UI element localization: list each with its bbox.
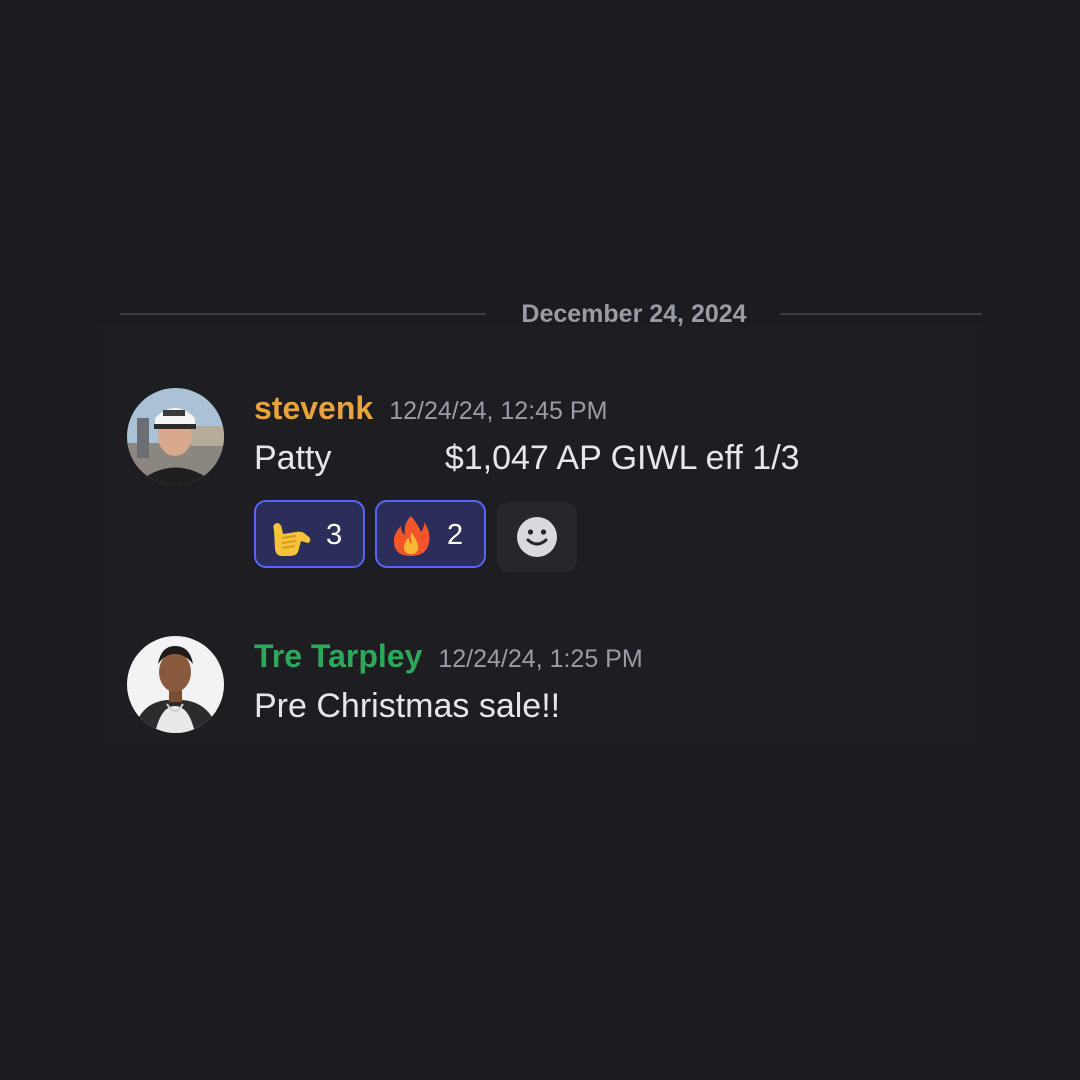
fire-icon xyxy=(393,516,430,556)
message-timestamp: 12/24/24, 1:25 PM xyxy=(438,645,643,673)
divider-date: December 24, 2024 xyxy=(521,300,747,328)
message-timestamp: 12/24/24, 12:45 PM xyxy=(389,397,608,425)
chat-view: December 24, 2024 stevenk 12/24/24, 12:45… xyxy=(0,0,1080,1080)
avatar-stevenk[interactable] xyxy=(127,388,224,485)
message-header: stevenk 12/24/24, 12:45 PM xyxy=(254,388,607,428)
reaction-call-me-hand[interactable]: 3 xyxy=(254,500,365,568)
message-content: Patty $1,047 AP GIWL eff 1/3 xyxy=(254,439,800,477)
call-me-hand-icon xyxy=(273,523,311,556)
divider-line-left xyxy=(120,313,486,315)
add-reaction-button[interactable] xyxy=(497,502,577,572)
reaction-fire[interactable]: 2 xyxy=(375,500,486,568)
date-divider: December 24, 2024 xyxy=(120,296,982,332)
message-header: Tre Tarpley 12/24/24, 1:25 PM xyxy=(254,636,643,676)
avatar-tre-tarpley[interactable] xyxy=(127,636,224,733)
reaction-count: 2 xyxy=(447,519,464,551)
author-name[interactable]: stevenk xyxy=(254,390,373,426)
reaction-count: 3 xyxy=(326,519,343,551)
divider-line-right xyxy=(780,313,982,315)
smiley-face-icon xyxy=(517,517,557,557)
author-name[interactable]: Tre Tarpley xyxy=(254,638,422,674)
message-content: Pre Christmas sale!! xyxy=(254,687,561,725)
